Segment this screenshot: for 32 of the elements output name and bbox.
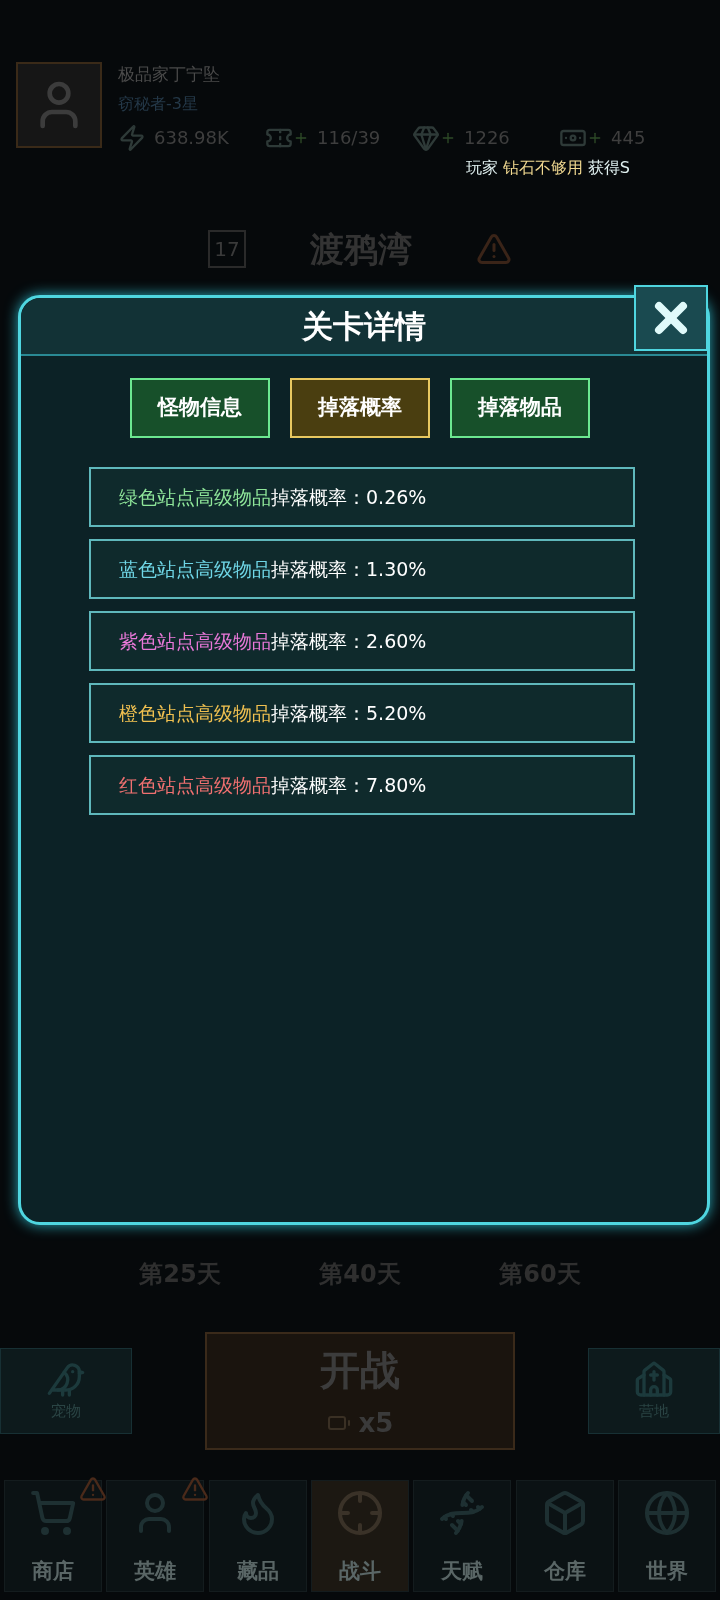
- tab[interactable]: 怪物信息: [130, 378, 270, 438]
- dna-icon: [438, 1489, 487, 1537]
- church-icon: [634, 1359, 674, 1400]
- drop-rate-text: 绿色站点高级物品掉落概率：0.26%: [119, 484, 427, 510]
- drop-rate-text: 蓝色站点高级物品掉落概率：1.30%: [119, 556, 427, 582]
- tab[interactable]: 掉落物品: [450, 378, 590, 438]
- ticker-message: 玩家 钻石不够用 获得S: [465, 156, 630, 179]
- globe-icon: [642, 1489, 691, 1537]
- resource-value: 116/39: [317, 126, 381, 150]
- nav-tab[interactable]: 世界: [617, 1480, 716, 1592]
- resource-value: 1226: [464, 126, 510, 150]
- player-rank: 窃秘者-3星: [118, 92, 199, 115]
- lightning-icon: [118, 123, 146, 152]
- drop-rate-text: 红色站点高级物品掉落概率：7.80%: [119, 772, 427, 798]
- player-name: 极品家丁宁坠: [118, 63, 221, 86]
- dialog-title: 关卡详情: [302, 306, 426, 346]
- resource-value: 445: [611, 126, 646, 150]
- warning-icon[interactable]: [476, 231, 512, 267]
- nav-tab[interactable]: 仓库: [515, 1480, 614, 1592]
- diamond-icon: [412, 123, 440, 152]
- nav-tab[interactable]: 英雄: [106, 1480, 205, 1592]
- avatar[interactable]: [16, 62, 102, 148]
- close-button[interactable]: [634, 285, 708, 351]
- nav-tab[interactable]: 藏品: [208, 1480, 307, 1592]
- resource-value: 638.98K: [154, 126, 229, 150]
- nav-tab[interactable]: 天赋: [413, 1480, 512, 1592]
- crosshair-icon: [336, 1489, 384, 1537]
- drop-rate-text: 紫色站点高级物品掉落概率：2.60%: [119, 628, 427, 654]
- tab[interactable]: 掉落概率: [290, 378, 430, 438]
- nav-tab[interactable]: 战斗: [311, 1480, 409, 1592]
- drop-rate-text: 橙色站点高级物品掉落概率：5.20%: [119, 700, 427, 726]
- cart-icon: [29, 1489, 77, 1537]
